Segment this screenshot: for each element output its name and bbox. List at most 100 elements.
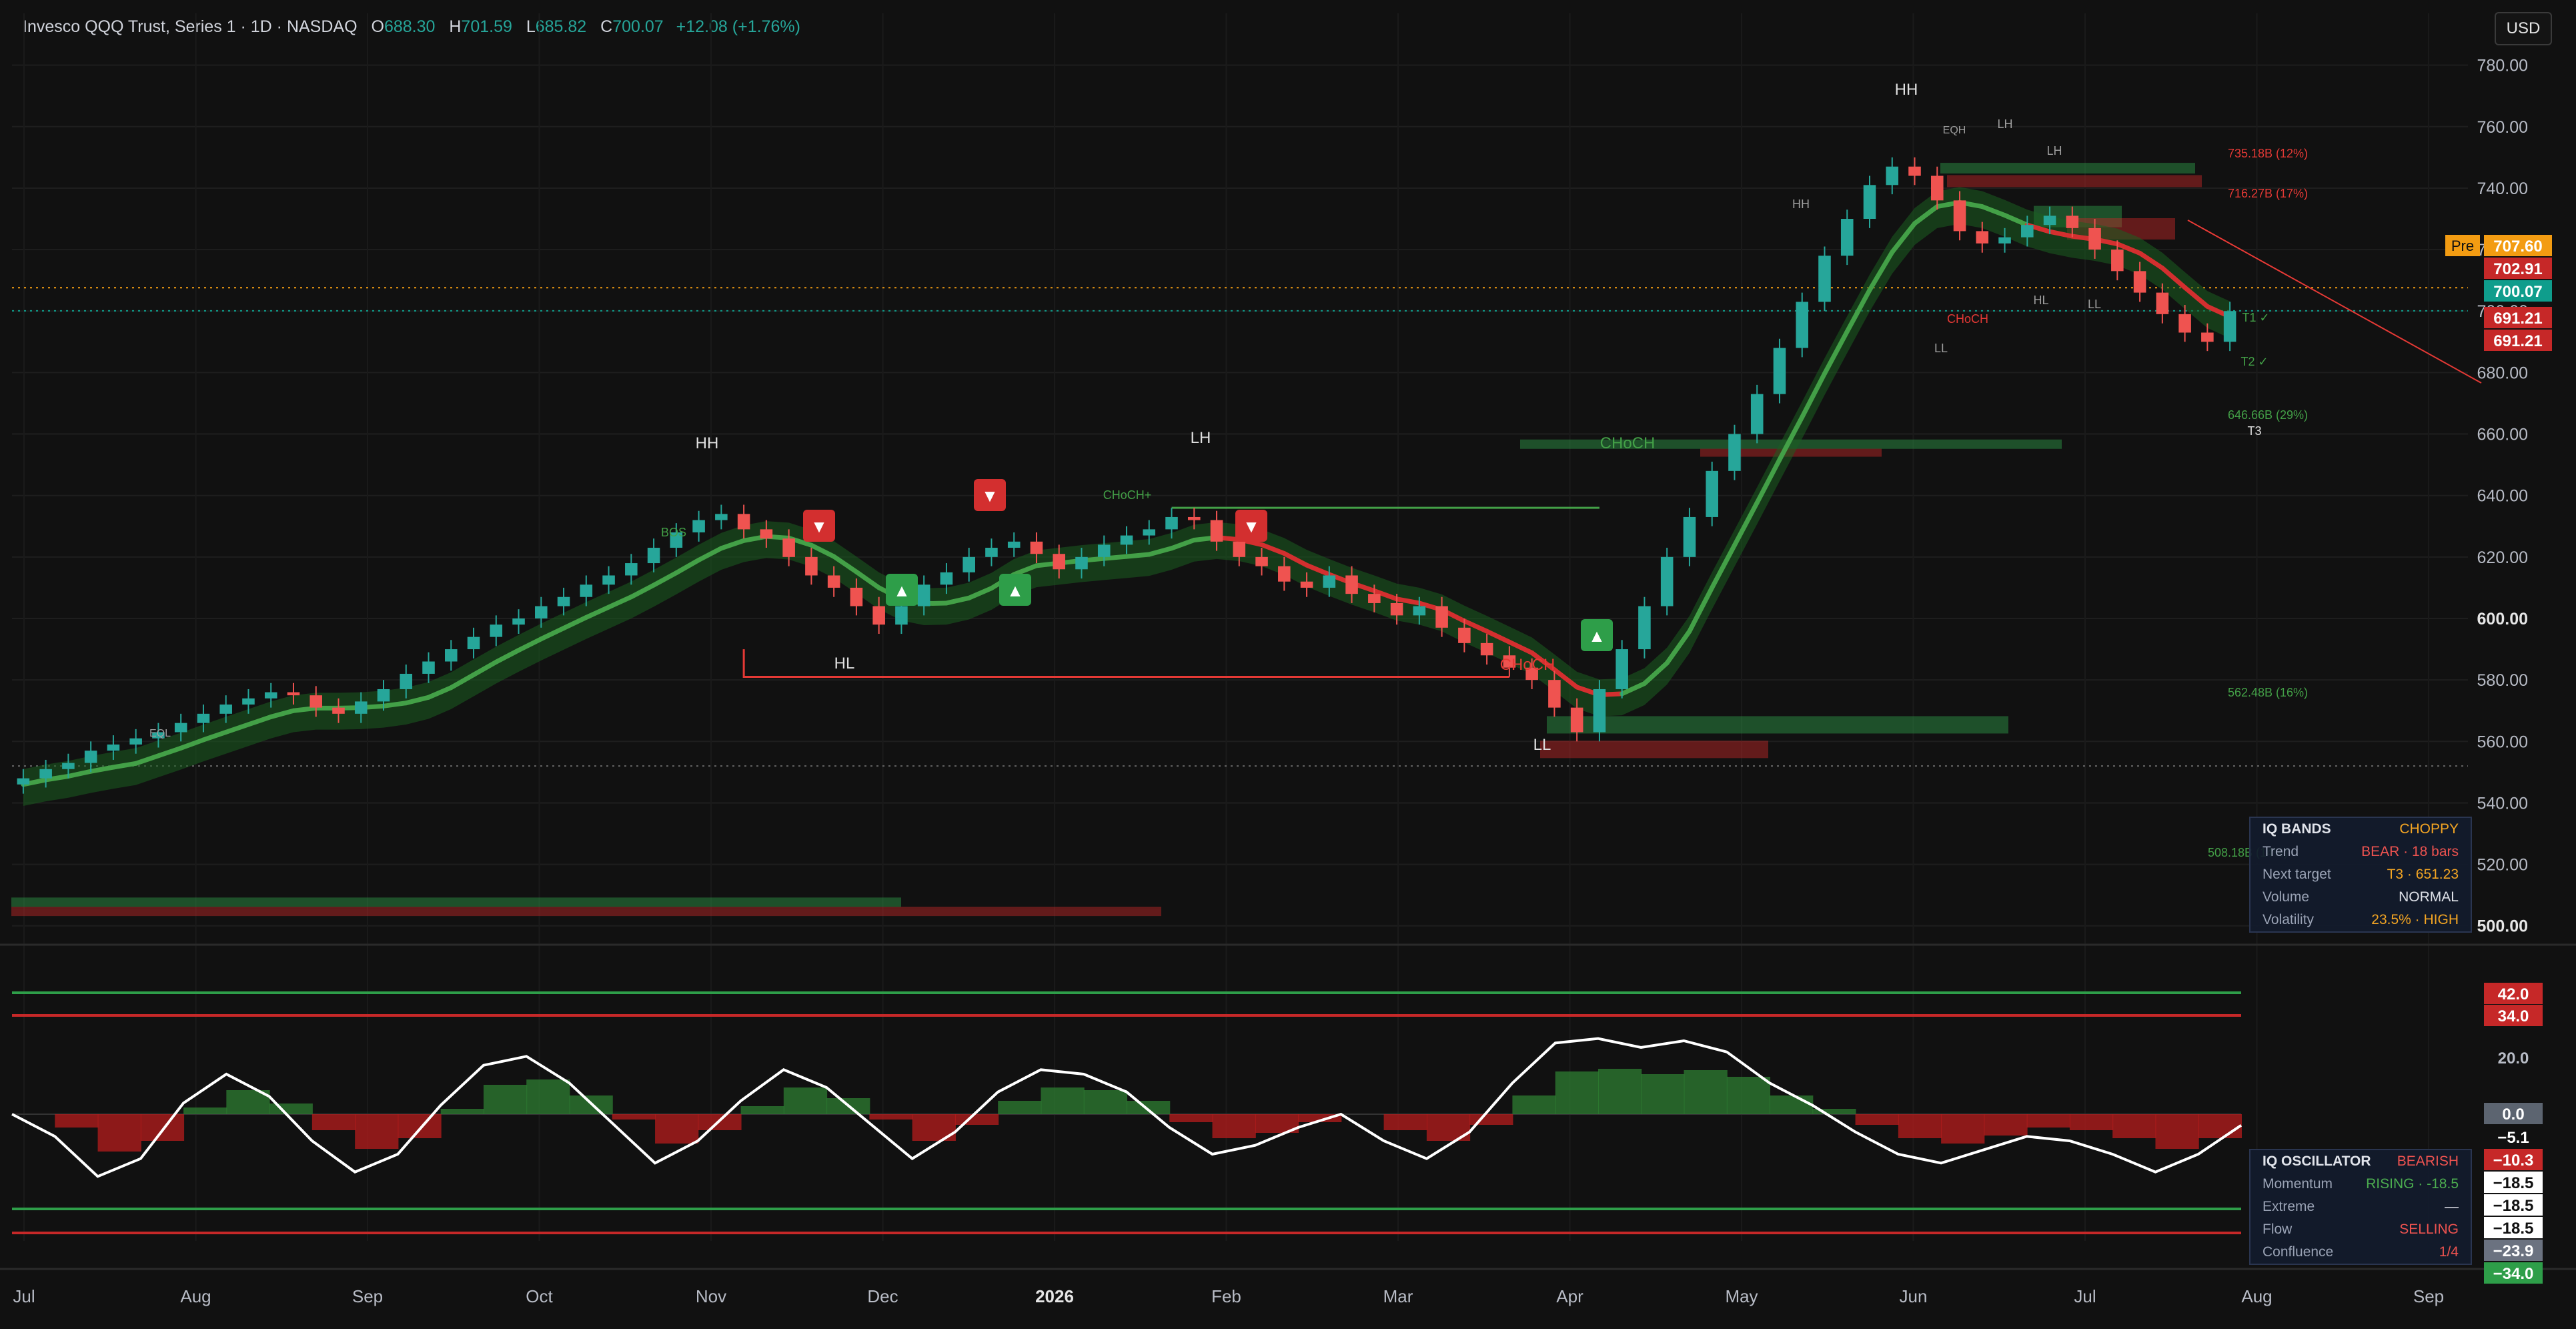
time-axis[interactable]: Jul Aug Sep Oct Nov Dec 2026 Feb Mar Apr May Jun Jul… — [13, 1286, 2444, 1306]
candle — [850, 587, 863, 606]
candle — [129, 738, 142, 745]
x-tick-label: Jul — [13, 1286, 35, 1306]
candle — [1616, 649, 1628, 689]
momentum-area — [2155, 1114, 2199, 1149]
candle — [1976, 231, 1989, 244]
candle — [535, 606, 548, 618]
x-tick-label: Aug — [180, 1286, 211, 1306]
osc-row-value: RISING · -18.5 — [2366, 1176, 2459, 1192]
trend-band-line — [291, 705, 319, 713]
momentum-area — [1641, 1074, 1685, 1114]
signal-marker-glyph: ▲ — [1007, 580, 1024, 600]
momentum-area — [1083, 1090, 1127, 1114]
level-zone — [11, 897, 901, 907]
structure-label: CHoCH — [1947, 312, 1988, 326]
candle — [1480, 642, 1493, 656]
trend-band-line — [1124, 552, 1152, 559]
structure-label: HH — [1792, 197, 1810, 211]
price-axis[interactable]: 500.00 520.00 540.00 560.00 580.00 600.00 620.… — [2477, 57, 2528, 936]
structure-label: LH — [1191, 429, 1211, 447]
price-chart[interactable]: HH LH HH HL LL CHoCH EQH LH LH HL LL LL HH BOS CHoCH+ T… — [0, 0, 2576, 1329]
candle — [2021, 225, 2034, 238]
y-tick-label: 620.00 — [2477, 548, 2528, 567]
candle — [1255, 556, 1268, 566]
candle — [1773, 348, 1786, 394]
momentum-area — [2112, 1114, 2156, 1138]
oscillator-label-text: −18.5 — [2493, 1220, 2534, 1238]
candle — [1345, 575, 1358, 594]
momentum-area — [2198, 1114, 2242, 1138]
momentum-area — [1770, 1095, 1814, 1114]
candle — [1413, 606, 1426, 616]
level-zone — [1940, 163, 2195, 174]
candle — [940, 572, 953, 585]
momentum-area — [740, 1106, 784, 1114]
candle — [1570, 707, 1583, 733]
price-label-text: 700.07 — [2493, 283, 2542, 301]
candle — [782, 538, 795, 557]
candle — [1097, 544, 1111, 557]
candle — [84, 751, 97, 763]
candle — [1278, 566, 1291, 582]
osc-row-value: 1/4 — [2439, 1244, 2459, 1260]
bands-row-value: T3 · 651.23 — [2387, 867, 2459, 882]
candle — [1390, 602, 1403, 616]
osc-row-label: Momentum — [2263, 1176, 2333, 1192]
y-tick-label: 660.00 — [2477, 426, 2528, 444]
y-tick-label: 580.00 — [2477, 671, 2528, 690]
candle — [827, 575, 840, 588]
range-line — [742, 649, 1509, 679]
candle — [1030, 541, 1043, 554]
price-label-text: 691.21 — [2493, 310, 2542, 328]
candle — [197, 713, 210, 723]
candle — [1706, 470, 1718, 517]
candle — [1323, 575, 1336, 588]
x-tick-label: Mar — [1383, 1286, 1413, 1306]
structure-label: HL — [2033, 294, 2048, 307]
trend-band-line — [381, 701, 409, 709]
structure-label: HH — [696, 434, 719, 452]
candle — [1908, 166, 1921, 176]
level-zone — [1547, 716, 2008, 734]
y-tick-label: 740.00 — [2477, 179, 2528, 198]
candle — [1683, 516, 1696, 557]
momentum-area — [2069, 1114, 2114, 1130]
x-tick-label: Feb — [1211, 1286, 1241, 1306]
x-tick-label: Oct — [526, 1286, 553, 1306]
oscillator-label-text: 34.0 — [2498, 1007, 2529, 1025]
signal-marker-glyph: ▼ — [981, 486, 999, 506]
momentum-area — [1212, 1114, 1256, 1138]
structure-label: CHoCH — [1500, 656, 1555, 674]
candle — [2088, 228, 2101, 250]
candle — [1165, 516, 1178, 530]
oscillator-label-text: −23.9 — [2493, 1242, 2534, 1260]
candle — [737, 514, 750, 530]
x-tick-label: Aug — [2241, 1286, 2272, 1306]
osc-row-value: — — [2445, 1199, 2459, 1214]
candle — [985, 548, 998, 557]
candle — [1796, 302, 1809, 348]
momentum-area — [483, 1085, 528, 1114]
candle — [1930, 175, 1944, 201]
candle — [715, 514, 728, 520]
candle — [1075, 556, 1088, 570]
x-tick-label: Dec — [867, 1286, 898, 1306]
candle — [1300, 581, 1313, 588]
signal-marker-glyph: ▲ — [893, 580, 910, 600]
candle — [760, 529, 773, 539]
level-zone — [1540, 741, 1768, 759]
candle — [1886, 166, 1899, 185]
candle — [309, 695, 323, 708]
candle — [1007, 541, 1021, 548]
y-tick-label: 760.00 — [2477, 118, 2528, 137]
structure-label: HL — [834, 654, 855, 673]
price-labels: Pre 707.60 702.91 700.07 691.21 691.21 42.0 34.… — [2445, 235, 2552, 1284]
momentum-area — [612, 1114, 656, 1120]
annotations-layer: HH LH HH HL LL CHoCH EQH LH LH HL LL LL HH BOS CHoCH+ T… — [149, 81, 2482, 859]
momentum-area — [140, 1114, 185, 1141]
candle — [895, 606, 908, 625]
momentum-area — [1684, 1070, 1728, 1114]
price-label-tag-text: Pre — [2451, 238, 2474, 254]
iq-oscillator-panel: IQ OSCILLATOR BEARISH Momentum RISING · -1… — [2249, 1149, 2472, 1265]
x-tick-label: Nov — [696, 1286, 726, 1306]
